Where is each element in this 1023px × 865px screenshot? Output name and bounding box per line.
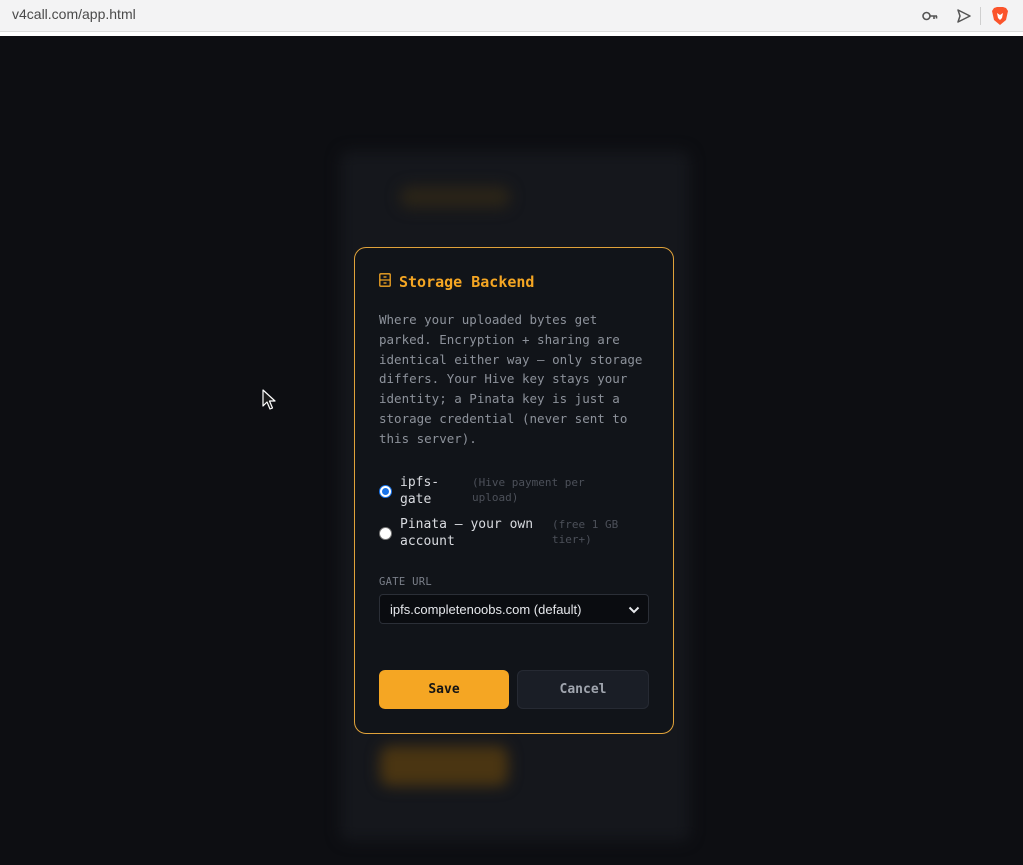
background-button <box>380 746 508 786</box>
browser-url-bar: v4call.com/app.html <box>0 0 1023 32</box>
background-heading <box>400 186 510 208</box>
save-button[interactable]: Save <box>379 670 509 709</box>
toolbar-divider <box>980 7 981 25</box>
url-text[interactable]: v4call.com/app.html <box>12 6 136 22</box>
storage-backend-modal: Storage Backend Where your uploaded byte… <box>354 247 674 734</box>
ipfs-gate-radio[interactable] <box>379 485 392 498</box>
brave-lion-icon[interactable] <box>990 6 1010 26</box>
key-icon[interactable] <box>920 6 940 26</box>
modal-description: Where your uploaded bytes get parked. En… <box>379 312 643 446</box>
modal-header: Storage Backend <box>379 273 534 291</box>
chevron-down-icon <box>628 602 640 617</box>
send-icon[interactable] <box>954 6 974 26</box>
option-label: ipfs- gate <box>400 475 440 507</box>
option-hint: (free 1 GB tier+) <box>552 518 619 546</box>
gate-url-label: GATE URL <box>379 576 432 588</box>
file-cabinet-icon <box>379 273 391 291</box>
option-label: Pinata — your own account <box>400 517 534 549</box>
pinata-radio[interactable] <box>379 527 392 540</box>
mouse-cursor-icon <box>262 389 276 416</box>
option-ipfs-gate[interactable]: ipfs- gate (Hive payment per upload) <box>379 474 651 508</box>
cancel-button[interactable]: Cancel <box>517 670 649 709</box>
option-hint: (Hive payment per upload) <box>472 476 585 504</box>
option-pinata[interactable]: Pinata — your own account (free 1 GB tie… <box>379 516 651 550</box>
gate-url-value: ipfs.completenoobs.com (default) <box>390 601 582 617</box>
modal-title: Storage Backend <box>399 273 535 291</box>
gate-url-select[interactable]: ipfs.completenoobs.com (default) <box>379 594 649 624</box>
